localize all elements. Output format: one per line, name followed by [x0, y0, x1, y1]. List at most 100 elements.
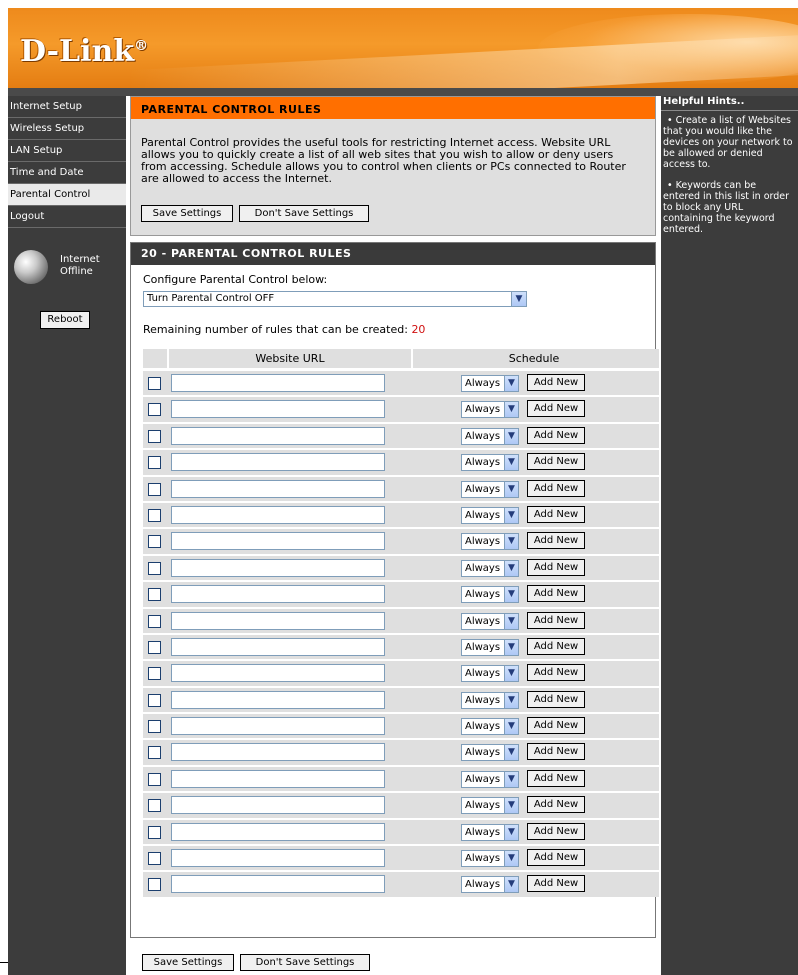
website-url-input[interactable] — [171, 664, 385, 683]
parental-control-mode-select[interactable]: Turn Parental Control OFF ▼ — [143, 291, 527, 307]
chevron-down-icon[interactable]: ▼ — [504, 771, 518, 787]
rule-enable-checkbox[interactable] — [148, 377, 161, 390]
chevron-down-icon[interactable]: ▼ — [504, 587, 518, 603]
chevron-down-icon[interactable]: ▼ — [504, 507, 518, 523]
rule-enable-checkbox[interactable] — [148, 667, 161, 681]
reboot-button[interactable]: Reboot — [40, 311, 90, 329]
schedule-select[interactable]: Always ▼ — [461, 876, 519, 894]
add-new-schedule-button[interactable]: Add New — [527, 453, 585, 471]
add-new-schedule-button[interactable]: Add New — [527, 479, 585, 497]
chevron-down-icon[interactable]: ▼ — [504, 692, 518, 708]
rule-enable-checkbox[interactable] — [148, 878, 161, 892]
rule-enable-checkbox[interactable] — [148, 746, 161, 760]
website-url-input[interactable] — [171, 585, 385, 604]
schedule-select[interactable]: Always ▼ — [461, 586, 519, 604]
sidebar-item-time-and-date[interactable]: Time and Date — [8, 162, 126, 184]
website-url-input[interactable] — [171, 849, 385, 868]
rule-enable-checkbox[interactable] — [148, 403, 161, 417]
chevron-down-icon[interactable]: ▼ — [504, 745, 518, 761]
website-url-input[interactable] — [171, 875, 385, 894]
sidebar-item-internet-setup[interactable]: Internet Setup — [8, 96, 126, 118]
sidebar-item-parental-control[interactable]: Parental Control — [8, 184, 126, 206]
chevron-down-icon[interactable]: ▼ — [504, 455, 518, 471]
schedule-select[interactable]: Always ▼ — [461, 533, 519, 551]
schedule-select[interactable]: Always ▼ — [461, 506, 519, 524]
website-url-input[interactable] — [171, 532, 385, 551]
add-new-schedule-button[interactable]: Add New — [527, 796, 585, 814]
add-new-schedule-button[interactable]: Add New — [527, 822, 585, 840]
chevron-down-icon[interactable]: ▼ — [504, 851, 518, 867]
add-new-schedule-button[interactable]: Add New — [527, 400, 585, 418]
schedule-select[interactable]: Always ▼ — [461, 559, 519, 577]
save-settings-button-top[interactable]: Save Settings — [141, 205, 233, 222]
add-new-schedule-button[interactable]: Add New — [527, 426, 585, 444]
chevron-down-icon[interactable]: ▼ — [504, 639, 518, 655]
add-new-schedule-button[interactable]: Add New — [527, 374, 585, 391]
rule-enable-checkbox[interactable] — [148, 535, 161, 549]
website-url-input[interactable] — [171, 637, 385, 656]
website-url-input[interactable] — [171, 690, 385, 709]
save-settings-button-bottom[interactable]: Save Settings — [142, 954, 234, 971]
sidebar-item-wireless-setup[interactable]: Wireless Setup — [8, 118, 126, 140]
rule-enable-checkbox[interactable] — [148, 693, 161, 707]
schedule-select[interactable]: Always ▼ — [461, 823, 519, 841]
dont-save-settings-button-top[interactable]: Don't Save Settings — [239, 205, 369, 222]
website-url-input[interactable] — [171, 769, 385, 788]
chevron-down-icon[interactable]: ▼ — [504, 428, 518, 444]
rule-enable-checkbox[interactable] — [148, 799, 161, 813]
chevron-down-icon[interactable]: ▼ — [504, 798, 518, 814]
schedule-select[interactable]: Always ▼ — [461, 770, 519, 788]
schedule-select[interactable]: Always ▼ — [461, 638, 519, 656]
website-url-input[interactable] — [171, 796, 385, 815]
rule-enable-checkbox[interactable] — [148, 825, 161, 839]
sidebar-item-lan-setup[interactable]: LAN Setup — [8, 140, 126, 162]
add-new-schedule-button[interactable]: Add New — [527, 849, 585, 867]
add-new-schedule-button[interactable]: Add New — [527, 637, 585, 655]
schedule-select[interactable]: Always ▼ — [461, 797, 519, 815]
sidebar-item-logout[interactable]: Logout — [8, 206, 126, 228]
schedule-select[interactable]: Always ▼ — [461, 427, 519, 445]
website-url-input[interactable] — [171, 611, 385, 630]
website-url-input[interactable] — [171, 426, 385, 445]
add-new-schedule-button[interactable]: Add New — [527, 875, 585, 893]
schedule-select[interactable]: Always ▼ — [461, 401, 519, 419]
add-new-schedule-button[interactable]: Add New — [527, 505, 585, 523]
rule-enable-checkbox[interactable] — [148, 772, 161, 786]
schedule-select[interactable]: Always ▼ — [461, 691, 519, 709]
add-new-schedule-button[interactable]: Add New — [527, 611, 585, 629]
rule-enable-checkbox[interactable] — [148, 429, 161, 443]
chevron-down-icon[interactable]: ▼ — [504, 666, 518, 682]
website-url-input[interactable] — [171, 717, 385, 736]
website-url-input[interactable] — [171, 743, 385, 762]
add-new-schedule-button[interactable]: Add New — [527, 717, 585, 735]
add-new-schedule-button[interactable]: Add New — [527, 558, 585, 576]
website-url-input[interactable] — [171, 479, 385, 498]
add-new-schedule-button[interactable]: Add New — [527, 532, 585, 550]
chevron-down-icon[interactable]: ▼ — [504, 824, 518, 840]
schedule-select[interactable]: Always ▼ — [461, 480, 519, 498]
schedule-select[interactable]: Always ▼ — [461, 612, 519, 630]
rule-enable-checkbox[interactable] — [148, 614, 161, 628]
add-new-schedule-button[interactable]: Add New — [527, 664, 585, 682]
rule-enable-checkbox[interactable] — [148, 852, 161, 866]
website-url-input[interactable] — [171, 558, 385, 577]
website-url-input[interactable] — [171, 822, 385, 841]
schedule-select[interactable]: Always ▼ — [461, 718, 519, 736]
chevron-down-icon[interactable]: ▼ — [504, 719, 518, 735]
add-new-schedule-button[interactable]: Add New — [527, 585, 585, 603]
schedule-select[interactable]: Always ▼ — [461, 665, 519, 683]
chevron-down-icon[interactable]: ▼ — [511, 292, 526, 306]
chevron-down-icon[interactable]: ▼ — [504, 560, 518, 576]
add-new-schedule-button[interactable]: Add New — [527, 743, 585, 761]
rule-enable-checkbox[interactable] — [148, 482, 161, 496]
schedule-select[interactable]: Always ▼ — [461, 454, 519, 472]
schedule-select[interactable]: Always ▼ — [461, 850, 519, 868]
dont-save-settings-button-bottom[interactable]: Don't Save Settings — [240, 954, 370, 971]
website-url-input[interactable] — [171, 374, 385, 392]
schedule-select[interactable]: Always ▼ — [461, 375, 519, 392]
add-new-schedule-button[interactable]: Add New — [527, 769, 585, 787]
rule-enable-checkbox[interactable] — [148, 508, 161, 522]
rule-enable-checkbox[interactable] — [148, 561, 161, 575]
schedule-select[interactable]: Always ▼ — [461, 744, 519, 762]
website-url-input[interactable] — [171, 453, 385, 472]
